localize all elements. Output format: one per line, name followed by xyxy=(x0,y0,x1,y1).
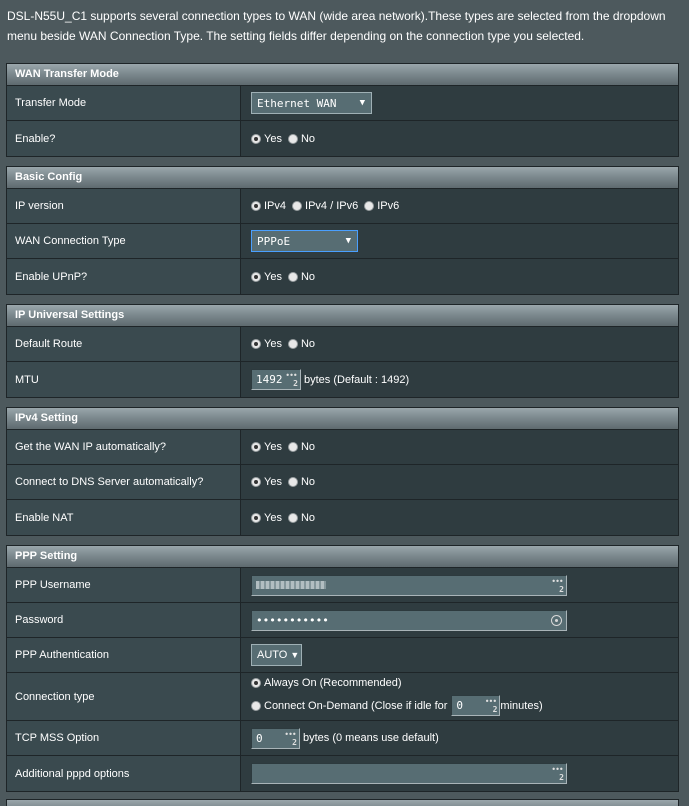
tcp-mss-input[interactable]: 0 ••• 2 xyxy=(251,727,300,749)
wan-ip-auto-yes-radio[interactable]: Yes xyxy=(251,441,282,453)
radio-checked-icon xyxy=(251,442,261,452)
default-route-label: Default Route xyxy=(7,327,241,361)
password-input[interactable]: ••••••••••• xyxy=(251,609,567,631)
radio-unchecked-icon xyxy=(251,700,261,711)
keyboard-dots-icon: ••• 2 xyxy=(285,371,298,388)
radio-unchecked-icon xyxy=(292,201,303,211)
ppp-setting-section: PPP Setting PPP Username ••• 2 Password •… xyxy=(6,545,679,792)
always-on-radio[interactable]: Always On (Recommended) xyxy=(251,677,402,689)
wan-connection-type-value: PPPoE xyxy=(257,234,291,248)
radio-checked-icon xyxy=(251,133,261,144)
mtu-label: MTU xyxy=(7,362,241,397)
radio-checked-icon xyxy=(251,339,261,349)
enable-nat-label: Enable NAT xyxy=(7,500,241,535)
radio-unchecked-icon xyxy=(287,442,298,452)
keyboard-dots-icon: ••• 2 xyxy=(551,765,564,782)
intro-text: DSL-N55U_C1 supports several connection … xyxy=(7,9,666,43)
radio-checked-icon xyxy=(251,512,261,523)
radio-checked-icon xyxy=(251,271,261,282)
enable-label: Enable? xyxy=(7,121,241,156)
wan-connection-type-select[interactable]: PPPoE ▼ xyxy=(251,230,358,252)
next-section-header xyxy=(6,799,679,806)
default-route-no-radio[interactable]: No xyxy=(287,338,315,350)
dns-auto-label: Connect to DNS Server automatically? xyxy=(7,465,241,499)
ipv4-ipv6-radio[interactable]: IPv4 / IPv6 xyxy=(292,200,358,212)
section-title: IPv4 Setting xyxy=(7,408,678,430)
tcp-mss-suffix: bytes (0 means use default) xyxy=(303,732,439,744)
eye-icon[interactable] xyxy=(551,614,562,626)
radio-checked-icon xyxy=(251,477,261,487)
pppd-options-label: Additional pppd options xyxy=(7,756,241,791)
transfer-mode-value: Ethernet WAN xyxy=(257,96,337,110)
section-title: IP Universal Settings xyxy=(7,305,678,327)
wan-ip-auto-label: Get the WAN IP automatically? xyxy=(7,430,241,464)
ppp-username-input[interactable]: ••• 2 xyxy=(251,574,567,596)
idle-suffix: minutes) xyxy=(500,699,543,712)
dropdown-caret-icon: ▼ xyxy=(359,98,365,108)
radio-checked-icon xyxy=(251,201,261,211)
on-demand-radio[interactable]: Connect On-Demand (Close if idle for 0 •… xyxy=(251,695,543,716)
upnp-no-radio[interactable]: No xyxy=(287,271,315,283)
enable-yes-radio[interactable]: Yes xyxy=(251,133,282,145)
radio-unchecked-icon xyxy=(287,512,298,523)
radio-checked-icon xyxy=(251,678,261,688)
idle-time-input[interactable]: 0 ••• 2 xyxy=(451,695,501,716)
password-value: ••••••••••• xyxy=(256,613,329,627)
upnp-yes-radio[interactable]: Yes xyxy=(251,271,282,283)
transfer-mode-label: Transfer Mode xyxy=(7,86,241,120)
wan-transfer-section: WAN Transfer Mode Transfer Mode Ethernet… xyxy=(6,63,679,157)
ppp-username-label: PPP Username xyxy=(7,568,241,602)
keyboard-dots-icon: ••• 2 xyxy=(484,697,498,714)
ppp-authentication-select[interactable]: AUTO ▼ xyxy=(251,644,302,666)
ip-universal-section: IP Universal Settings Default Route Yes … xyxy=(6,304,679,398)
wan-ip-auto-no-radio[interactable]: No xyxy=(287,441,315,453)
radio-unchecked-icon xyxy=(287,339,298,349)
keyboard-dots-icon: ••• 2 xyxy=(551,576,564,594)
nat-yes-radio[interactable]: Yes xyxy=(251,512,282,524)
mtu-suffix: bytes (Default : 1492) xyxy=(304,373,410,386)
section-title: Basic Config xyxy=(7,167,678,189)
ipv4-radio[interactable]: IPv4 xyxy=(251,200,286,212)
radio-unchecked-icon xyxy=(287,271,298,282)
radio-unchecked-icon xyxy=(287,477,298,487)
ip-version-label: IP version xyxy=(7,189,241,223)
enable-no-radio[interactable]: No xyxy=(287,133,315,145)
mtu-input[interactable]: 1492 ••• 2 xyxy=(251,369,301,390)
redacted-username xyxy=(256,581,326,589)
transfer-mode-select[interactable]: Ethernet WAN ▼ xyxy=(251,92,372,114)
password-label: Password xyxy=(7,603,241,637)
section-title: WAN Transfer Mode xyxy=(7,64,678,86)
section-title: PPP Setting xyxy=(7,546,678,568)
radio-unchecked-icon xyxy=(287,133,298,144)
keyboard-dots-icon: ••• 2 xyxy=(284,729,297,747)
radio-unchecked-icon xyxy=(364,201,375,211)
wan-connection-type-label: WAN Connection Type xyxy=(7,224,241,258)
dns-auto-yes-radio[interactable]: Yes xyxy=(251,476,282,488)
ppp-authentication-value: AUTO xyxy=(257,649,288,661)
ipv4-setting-section: IPv4 Setting Get the WAN IP automaticall… xyxy=(6,407,679,536)
default-route-yes-radio[interactable]: Yes xyxy=(251,338,282,350)
dns-auto-no-radio[interactable]: No xyxy=(287,476,315,488)
dropdown-caret-icon: ▼ xyxy=(290,650,300,660)
pppd-options-input[interactable]: ••• 2 xyxy=(251,763,567,784)
enable-upnp-label: Enable UPnP? xyxy=(7,259,241,294)
dropdown-caret-icon: ▼ xyxy=(345,236,351,246)
basic-config-section: Basic Config IP version IPv4 IPv4 / IPv6… xyxy=(6,166,679,295)
tcp-mss-label: TCP MSS Option xyxy=(7,721,241,755)
nat-no-radio[interactable]: No xyxy=(287,512,315,524)
ppp-authentication-label: PPP Authentication xyxy=(7,638,241,672)
connection-type-label: Connection type xyxy=(7,673,241,720)
ipv6-radio[interactable]: IPv6 xyxy=(364,200,399,212)
